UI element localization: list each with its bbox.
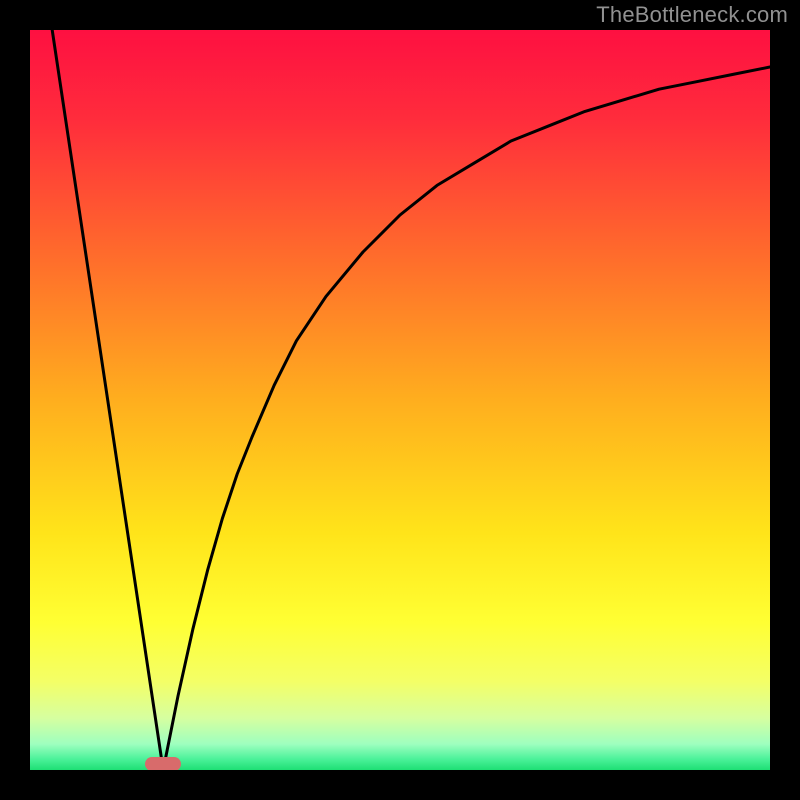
series-right-curve [163, 67, 770, 770]
watermark-text: TheBottleneck.com [596, 2, 788, 28]
bottleneck-marker [145, 757, 181, 770]
chart-frame: TheBottleneck.com [0, 0, 800, 800]
series-left-slope [52, 30, 163, 770]
plot-area [30, 30, 770, 770]
curve-layer [30, 30, 770, 770]
